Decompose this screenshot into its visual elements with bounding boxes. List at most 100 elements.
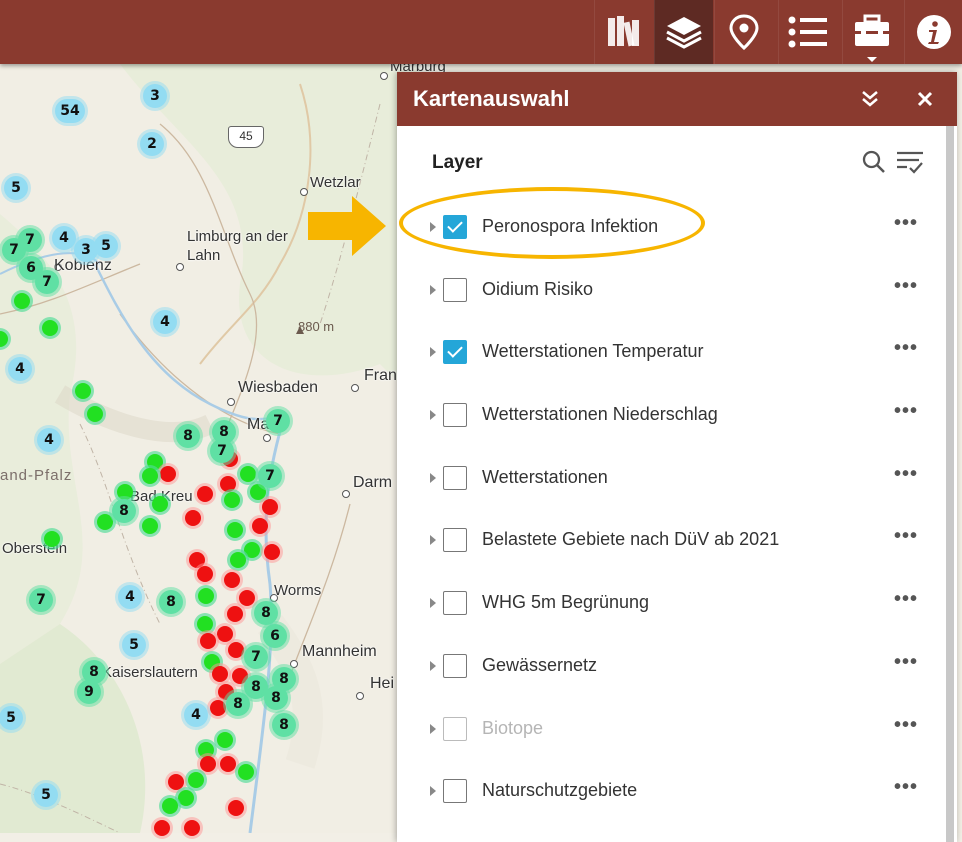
layer-row-peronospora[interactable]: Peronospora Infektion ••• xyxy=(397,196,945,259)
cluster-marker[interactable]: 4 xyxy=(118,585,142,609)
station-pin-red[interactable] xyxy=(239,590,255,606)
layer-row-temperatur[interactable]: Wetterstationen Temperatur ••• xyxy=(397,321,945,384)
station-pin-red[interactable] xyxy=(197,486,213,502)
cluster-marker[interactable]: 4 xyxy=(52,226,76,250)
cluster-marker[interactable]: 8 xyxy=(159,590,183,614)
filter-list-icon[interactable] xyxy=(895,147,925,177)
station-pin-green[interactable] xyxy=(240,466,256,482)
expand-arrow-icon[interactable] xyxy=(430,284,436,295)
station-pin-green[interactable] xyxy=(178,790,194,806)
station-pin-green[interactable] xyxy=(162,798,178,814)
cluster-marker[interactable]: 5 xyxy=(0,706,23,730)
expand-arrow-icon[interactable] xyxy=(430,222,436,232)
more-options-icon[interactable]: ••• xyxy=(894,651,918,674)
more-options-icon[interactable]: ••• xyxy=(894,463,918,486)
expand-arrow-icon[interactable] xyxy=(430,598,436,609)
station-pin-green[interactable] xyxy=(44,531,60,547)
expand-arrow-icon[interactable] xyxy=(430,472,436,483)
station-pin-red[interactable] xyxy=(168,774,184,790)
station-pin-green[interactable] xyxy=(230,552,246,568)
cluster-marker[interactable]: 8 xyxy=(254,601,278,625)
station-pin-red[interactable] xyxy=(160,466,176,482)
expand-arrow-icon[interactable] xyxy=(430,535,436,546)
layer-checkbox[interactable] xyxy=(443,591,467,616)
station-pin-red[interactable] xyxy=(197,566,213,582)
station-pin-red[interactable] xyxy=(154,820,170,836)
station-pin-red[interactable] xyxy=(184,820,200,836)
expand-arrow-icon[interactable] xyxy=(430,660,436,671)
more-options-icon[interactable]: ••• xyxy=(894,776,918,799)
cluster-marker[interactable]: 7 xyxy=(35,270,59,294)
station-pin-green[interactable] xyxy=(97,514,113,530)
cluster-marker[interactable]: 7 xyxy=(29,588,53,612)
station-pin-green[interactable] xyxy=(244,542,260,558)
cluster-marker[interactable]: 7 xyxy=(258,464,282,488)
layer-checkbox[interactable] xyxy=(443,340,467,365)
search-icon[interactable] xyxy=(859,147,889,177)
station-pin-green[interactable] xyxy=(188,772,204,788)
layer-checkbox[interactable] xyxy=(443,528,467,553)
cluster-marker[interactable]: 7 xyxy=(210,439,234,463)
cluster-marker[interactable]: 4 xyxy=(8,357,32,381)
more-options-icon[interactable]: ••• xyxy=(894,212,918,235)
station-pin-red[interactable] xyxy=(217,626,233,642)
layer-row-niederschlag[interactable]: Wetterstationen Niederschlag ••• xyxy=(397,384,945,447)
cluster-marker[interactable]: 5 xyxy=(34,783,58,807)
layer-checkbox[interactable] xyxy=(443,465,467,490)
station-pin-red[interactable] xyxy=(264,544,280,560)
station-pin-red[interactable] xyxy=(185,510,201,526)
cluster-marker[interactable]: 54 xyxy=(55,99,85,123)
station-pin-red[interactable] xyxy=(220,476,236,492)
cluster-marker[interactable]: 8 xyxy=(272,713,296,737)
cluster-marker[interactable]: 7 xyxy=(266,409,290,433)
layer-checkbox[interactable] xyxy=(443,403,467,428)
cluster-marker[interactable]: 4 xyxy=(153,310,177,334)
station-pin-red[interactable] xyxy=(227,606,243,622)
station-pin-red[interactable] xyxy=(212,666,228,682)
station-pin-green[interactable] xyxy=(198,588,214,604)
station-pin-red[interactable] xyxy=(252,518,268,534)
layer-checkbox[interactable] xyxy=(443,277,467,302)
station-pin-green[interactable] xyxy=(142,468,158,484)
station-pin-red[interactable] xyxy=(210,700,226,716)
cluster-marker[interactable]: 8 xyxy=(264,686,288,710)
station-pin-green[interactable] xyxy=(14,293,30,309)
station-pin-green[interactable] xyxy=(224,492,240,508)
layer-checkbox[interactable] xyxy=(443,653,467,678)
station-pin-green[interactable] xyxy=(87,406,103,422)
location-pin-icon[interactable] xyxy=(714,0,773,64)
expand-arrow-icon[interactable] xyxy=(430,786,436,797)
station-pin-green[interactable] xyxy=(238,764,254,780)
station-pin-green[interactable] xyxy=(197,616,213,632)
more-options-icon[interactable]: ••• xyxy=(894,275,918,298)
double-chevron-down-icon[interactable] xyxy=(857,86,883,112)
cluster-marker[interactable]: 4 xyxy=(184,703,208,727)
station-pin-green[interactable] xyxy=(42,320,58,336)
info-icon[interactable] xyxy=(904,0,962,64)
station-pin-green[interactable] xyxy=(142,518,158,534)
layer-checkbox[interactable] xyxy=(443,215,467,239)
cluster-marker[interactable]: 5 xyxy=(122,633,146,657)
cluster-marker[interactable]: 4 xyxy=(37,428,61,452)
cluster-marker[interactable]: 8 xyxy=(226,692,250,716)
legend-list-icon[interactable] xyxy=(778,0,837,64)
bookmarks-icon[interactable] xyxy=(594,0,653,64)
close-icon[interactable] xyxy=(912,86,938,112)
station-pin-red[interactable] xyxy=(200,633,216,649)
cluster-marker[interactable]: 5 xyxy=(4,176,28,200)
layer-row-whg[interactable]: WHG 5m Begrünung ••• xyxy=(397,572,945,635)
layer-row-naturschutzgebiete[interactable]: Naturschutzgebiete ••• xyxy=(397,760,945,823)
station-pin-red[interactable] xyxy=(224,572,240,588)
more-options-icon[interactable]: ••• xyxy=(894,337,918,360)
cluster-marker[interactable]: 9 xyxy=(77,680,101,704)
station-pin-green[interactable] xyxy=(152,496,168,512)
cluster-marker[interactable]: 6 xyxy=(263,624,287,648)
expand-arrow-icon[interactable] xyxy=(430,347,436,358)
more-options-icon[interactable]: ••• xyxy=(894,400,918,423)
cluster-marker[interactable]: 3 xyxy=(143,84,167,108)
layer-row-wetterstationen[interactable]: Wetterstationen ••• xyxy=(397,447,945,510)
station-pin-green[interactable] xyxy=(75,383,91,399)
station-pin-red[interactable] xyxy=(228,800,244,816)
layer-row-biotope[interactable]: Biotope ••• xyxy=(397,698,945,761)
cluster-marker[interactable]: 7 xyxy=(244,645,268,669)
